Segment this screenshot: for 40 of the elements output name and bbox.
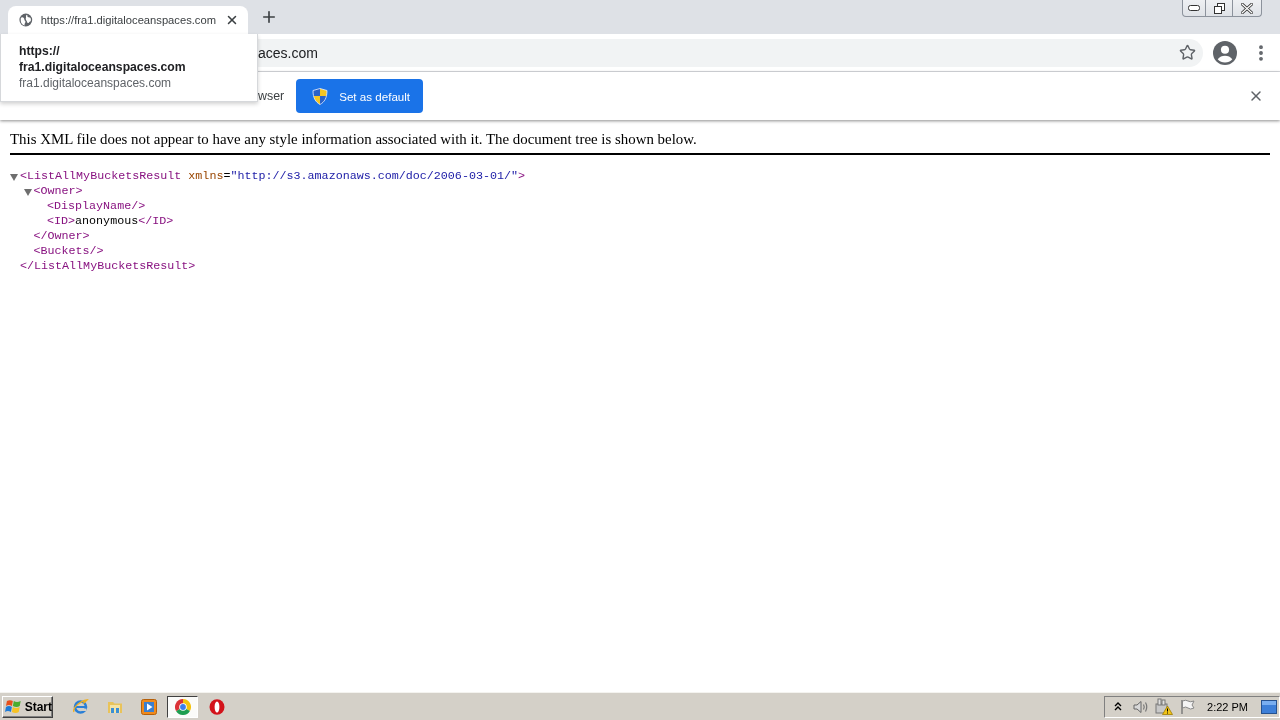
hover-card-title: https:// fra1.digitaloceanspaces.com [19,43,187,75]
globe-icon [19,12,33,28]
flag-logo-icon [5,698,23,715]
minimize-button[interactable] [1182,0,1206,17]
xml-line: <ListAllMyBucketsResult xmlns="http://s3.amazonaws.com/doc/2006-03-01/"> [20,169,525,184]
set-default-button[interactable]: Set as default [296,79,424,113]
browser-tab[interactable]: https://fra1.digitaloceanspaces.com [8,6,248,34]
shield-icon [312,87,329,105]
start-button[interactable]: Start [2,695,53,718]
xml-line: <DisplayName/> [47,199,146,214]
infobar-message: wser [258,89,285,103]
plus-icon [260,8,278,26]
ring-logo-icon [174,698,191,715]
minimize-icon [1188,5,1200,11]
xml-line: <ID>anonymous</ID> [47,214,174,229]
close-window-button[interactable] [1232,0,1262,17]
expand-triangle-icon[interactable] [10,172,18,181]
xml-line: <Owner> [33,184,83,199]
clock[interactable]: 2:22 PM [1207,700,1248,713]
show-desktop-icon[interactable] [1261,699,1277,714]
restore-icon [1213,2,1225,14]
flag-icon[interactable] [1178,697,1197,716]
o-logo-icon [208,698,225,715]
xml-line: <Buckets/> [33,244,104,259]
profile-icon [1213,40,1237,65]
e-logo-icon [72,698,89,715]
profile-button[interactable] [1211,38,1239,67]
expand-triangle-icon[interactable] [23,187,32,196]
xml-line: </Owner> [33,229,90,244]
close-icon[interactable] [1248,88,1264,104]
address-bar[interactable]: aces.com [258,38,1203,67]
xml-line: </ListAllMyBucketsResult> [20,259,196,274]
close-icon [1241,2,1253,14]
hover-card-domain: fra1.digitaloceanspaces.com [19,75,173,91]
play-icon [140,698,157,715]
xml-notice: This XML file does not appear to have any style information associated with it. The document tree is shown below. [10,130,1270,155]
star-icon[interactable] [1177,42,1197,63]
restore-button[interactable] [1205,0,1233,17]
taskbar-app-button[interactable] [167,695,198,718]
tab-title: https://fra1.digitaloceanspaces.com [40,14,216,26]
